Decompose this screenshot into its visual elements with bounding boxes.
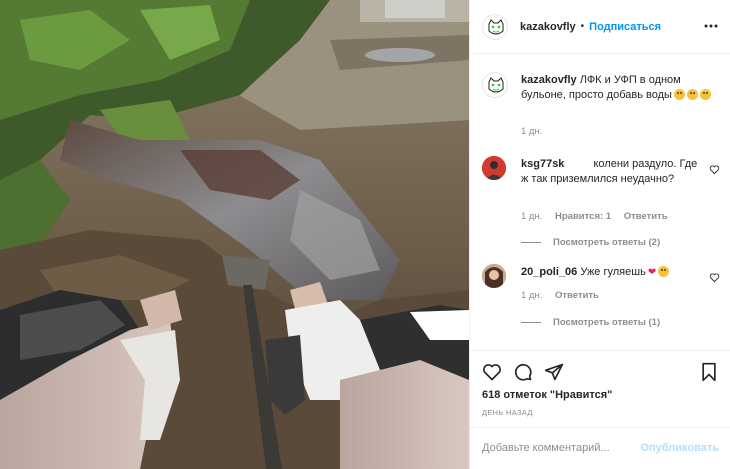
share-icon[interactable] xyxy=(544,362,564,382)
author-avatar[interactable] xyxy=(482,13,508,40)
comment-text: Уже гуляешь xyxy=(580,266,646,278)
likes-count[interactable]: 618 отметок "Нравится" xyxy=(482,389,612,401)
caption-avatar[interactable] xyxy=(482,72,508,98)
post-actions: 618 отметок "Нравится" xyxy=(470,350,730,404)
comment-meta: 1 дн. Ответить xyxy=(521,290,609,301)
view-replies-button[interactable]: Посмотреть ответы (2) xyxy=(521,237,660,248)
reply-button[interactable]: Ответить xyxy=(624,211,668,222)
comment-username[interactable]: 20_poli_06 xyxy=(521,266,577,278)
commenter-avatar[interactable] xyxy=(482,156,506,180)
comment-meta: 1 дн. Нравится: 1 Ответить xyxy=(521,211,678,222)
post-date[interactable]: ДЕНЬ НАЗАД xyxy=(482,408,533,417)
comment-input[interactable] xyxy=(482,440,642,456)
caption-meta: 1 дн. xyxy=(521,126,552,137)
red-heart-emoji-icon: ❤ xyxy=(647,267,657,278)
caption-time[interactable]: 1 дн. xyxy=(521,126,542,137)
cat-face-icon xyxy=(488,18,504,34)
reply-button[interactable]: Ответить xyxy=(555,290,599,301)
caption-username[interactable]: kazakovfly xyxy=(521,74,577,86)
comment-username[interactable]: ksg77sk xyxy=(521,158,564,170)
add-comment-bar: Опубликовать xyxy=(470,427,730,469)
comment-time[interactable]: 1 дн. xyxy=(521,211,542,222)
replies-divider xyxy=(521,242,541,243)
user-photo-icon xyxy=(482,156,506,180)
post-sidebar: kazakovfly • Подписаться kazakovfly ЛФК … xyxy=(469,0,730,469)
view-replies-label: Посмотреть ответы (2) xyxy=(553,237,661,248)
cat-face-icon xyxy=(488,77,504,93)
user-photo-icon xyxy=(482,264,506,288)
post-header: kazakovfly • Подписаться xyxy=(470,0,730,54)
comments-list[interactable]: kazakovfly ЛФК и УФП в одном бульоне, пр… xyxy=(470,54,730,350)
commenter-avatar[interactable] xyxy=(482,264,506,288)
heart-icon[interactable] xyxy=(482,362,502,382)
more-horizontal-icon[interactable] xyxy=(703,18,719,34)
comment-text-block: 20_poli_06 Уже гуляешь ❤ xyxy=(521,265,701,280)
comment-like-heart-icon[interactable] xyxy=(709,272,720,283)
grinning-emoji-icon xyxy=(699,89,711,100)
comment-text-block: ksg77sk колени раздуло. Где ж так призем… xyxy=(521,157,701,187)
comment-likes-count[interactable]: Нравится: 1 xyxy=(555,211,611,222)
caption-text-block: kazakovfly ЛФК и УФП в одном бульоне, пр… xyxy=(521,73,716,103)
publish-comment-button[interactable]: Опубликовать xyxy=(640,442,719,454)
post-photo[interactable] xyxy=(0,0,469,469)
grinning-emoji-icon xyxy=(673,89,685,100)
view-replies-button[interactable]: Посмотреть ответы (1) xyxy=(521,317,660,328)
separator-dot: • xyxy=(580,21,585,32)
comment-like-heart-icon[interactable] xyxy=(709,164,720,175)
view-replies-label: Посмотреть ответы (1) xyxy=(553,317,661,328)
puddle-legs-photo xyxy=(0,0,469,469)
replies-divider xyxy=(521,322,541,323)
follow-button[interactable]: Подписаться xyxy=(589,21,661,33)
smiling-emoji-icon xyxy=(658,266,670,277)
grinning-emoji-icon xyxy=(686,89,698,100)
bookmark-icon[interactable] xyxy=(699,362,719,382)
comment-icon[interactable] xyxy=(513,362,533,382)
comment-time[interactable]: 1 дн. xyxy=(521,290,542,301)
author-username[interactable]: kazakovfly xyxy=(520,21,576,33)
